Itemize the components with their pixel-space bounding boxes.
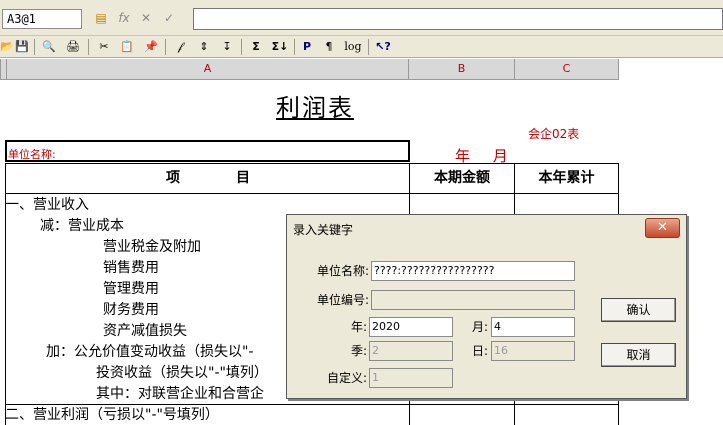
row-admin-expense[interactable]: 管理费用 xyxy=(103,279,159,299)
column-header-a[interactable]: A xyxy=(7,59,409,80)
formula-input[interactable] xyxy=(193,8,723,30)
unit-name-cell[interactable]: 单位名称: xyxy=(5,140,410,162)
p-icon[interactable]: P xyxy=(300,38,314,56)
cancel-button[interactable]: 取消 xyxy=(601,343,676,367)
custom-label: 自定义: xyxy=(326,371,367,385)
column-header-c[interactable]: C xyxy=(515,59,619,80)
fx-icon[interactable]: fx xyxy=(115,10,133,26)
quarter-input[interactable]: 2 xyxy=(369,341,453,361)
quarter-label: 季: xyxy=(350,344,367,358)
cut-icon[interactable]: ✂ xyxy=(95,38,113,56)
copy-icon[interactable]: 📋 xyxy=(118,38,136,56)
corner-header[interactable] xyxy=(0,59,7,80)
row-operating-cost[interactable]: 减：营业成本 xyxy=(40,216,124,236)
row-fair-value-gain[interactable]: 加：公允价值变动收益（损失以"- xyxy=(46,342,254,362)
custom-input[interactable]: 1 xyxy=(369,368,453,388)
row-associate-income[interactable]: 其中：对联营企业和合营企 xyxy=(96,384,264,404)
sort-down-icon[interactable]: ↧ xyxy=(218,38,236,56)
print-preview-icon[interactable]: 🔍 xyxy=(40,38,58,56)
row-operating-profit[interactable]: 二、营业利润（亏损以"-"号填列） xyxy=(5,405,219,425)
dialog-title: 录入关键字 xyxy=(287,215,686,245)
form-code: 会企02表 xyxy=(528,127,580,141)
sum-down-icon[interactable]: Σ↓ xyxy=(270,38,290,56)
unit-name-input[interactable]: ????:???????????????? xyxy=(371,261,575,281)
help-pointer-icon[interactable]: ↖? xyxy=(372,38,394,56)
print-icon[interactable]: 🖨 xyxy=(64,38,82,56)
month-label: 月: xyxy=(471,320,488,334)
column-header-b[interactable]: B xyxy=(409,59,515,80)
row-investment-income[interactable]: 投资收益（损失以"-"填列） xyxy=(96,363,268,383)
cell-reference-box[interactable]: A3@1 xyxy=(2,9,82,29)
day-input[interactable]: 16 xyxy=(491,341,575,361)
row-selling-expense[interactable]: 销售费用 xyxy=(103,258,159,278)
function-wizard-icon[interactable]: ▤ xyxy=(92,10,110,26)
paste-icon[interactable]: 📌 xyxy=(142,38,160,56)
save-icon[interactable]: 💾 xyxy=(13,38,31,56)
sort-icon[interactable]: ⇕ xyxy=(195,38,213,56)
month-input[interactable]: 4 xyxy=(491,317,575,337)
ok-button[interactable]: 确认 xyxy=(601,298,676,322)
row-business-tax[interactable]: 营业税金及附加 xyxy=(103,237,201,257)
formula-bar: A3@1 ▤ fx ✕ ✓ xyxy=(0,0,723,36)
row-financial-expense[interactable]: 财务费用 xyxy=(103,300,159,320)
report-title: 利润表 xyxy=(276,94,354,122)
unit-name-label: 单位名称: xyxy=(316,264,369,278)
unit-code-input[interactable] xyxy=(371,290,575,310)
row-impairment-loss[interactable]: 资产减值损失 xyxy=(103,321,187,341)
header-item: 项 目 xyxy=(166,170,250,186)
year-label: 年: xyxy=(350,320,367,334)
open-icon[interactable]: 📂 xyxy=(0,38,14,56)
close-icon[interactable]: ✕ xyxy=(645,218,680,238)
year-input[interactable]: 2020 xyxy=(369,317,453,337)
paragraph-icon[interactable]: ¶ xyxy=(322,38,336,56)
row-operating-revenue[interactable]: 一、营业收入 xyxy=(5,195,89,215)
log-icon[interactable]: log xyxy=(342,38,364,56)
header-current-amount: 本期金额 xyxy=(434,170,490,186)
keyword-entry-dialog: 录入关键字 ✕ 单位名称: ????:???????????????? 单位编号… xyxy=(286,214,687,399)
toolbar: 📂 💾 🔍 🖨 ✂ 📋 📌 𝒻 ⇕ ↧ Σ Σ↓ P ¶ log ↖? xyxy=(0,36,723,58)
cancel-icon[interactable]: ✕ xyxy=(137,10,155,26)
confirm-icon[interactable]: ✓ xyxy=(160,10,178,26)
header-cumulative: 本年累计 xyxy=(538,170,595,186)
unit-code-label: 单位编号: xyxy=(316,293,369,307)
sum-icon[interactable]: Σ xyxy=(247,38,265,56)
format-icon[interactable]: 𝒻 xyxy=(171,38,189,56)
day-label: 日: xyxy=(471,344,488,358)
